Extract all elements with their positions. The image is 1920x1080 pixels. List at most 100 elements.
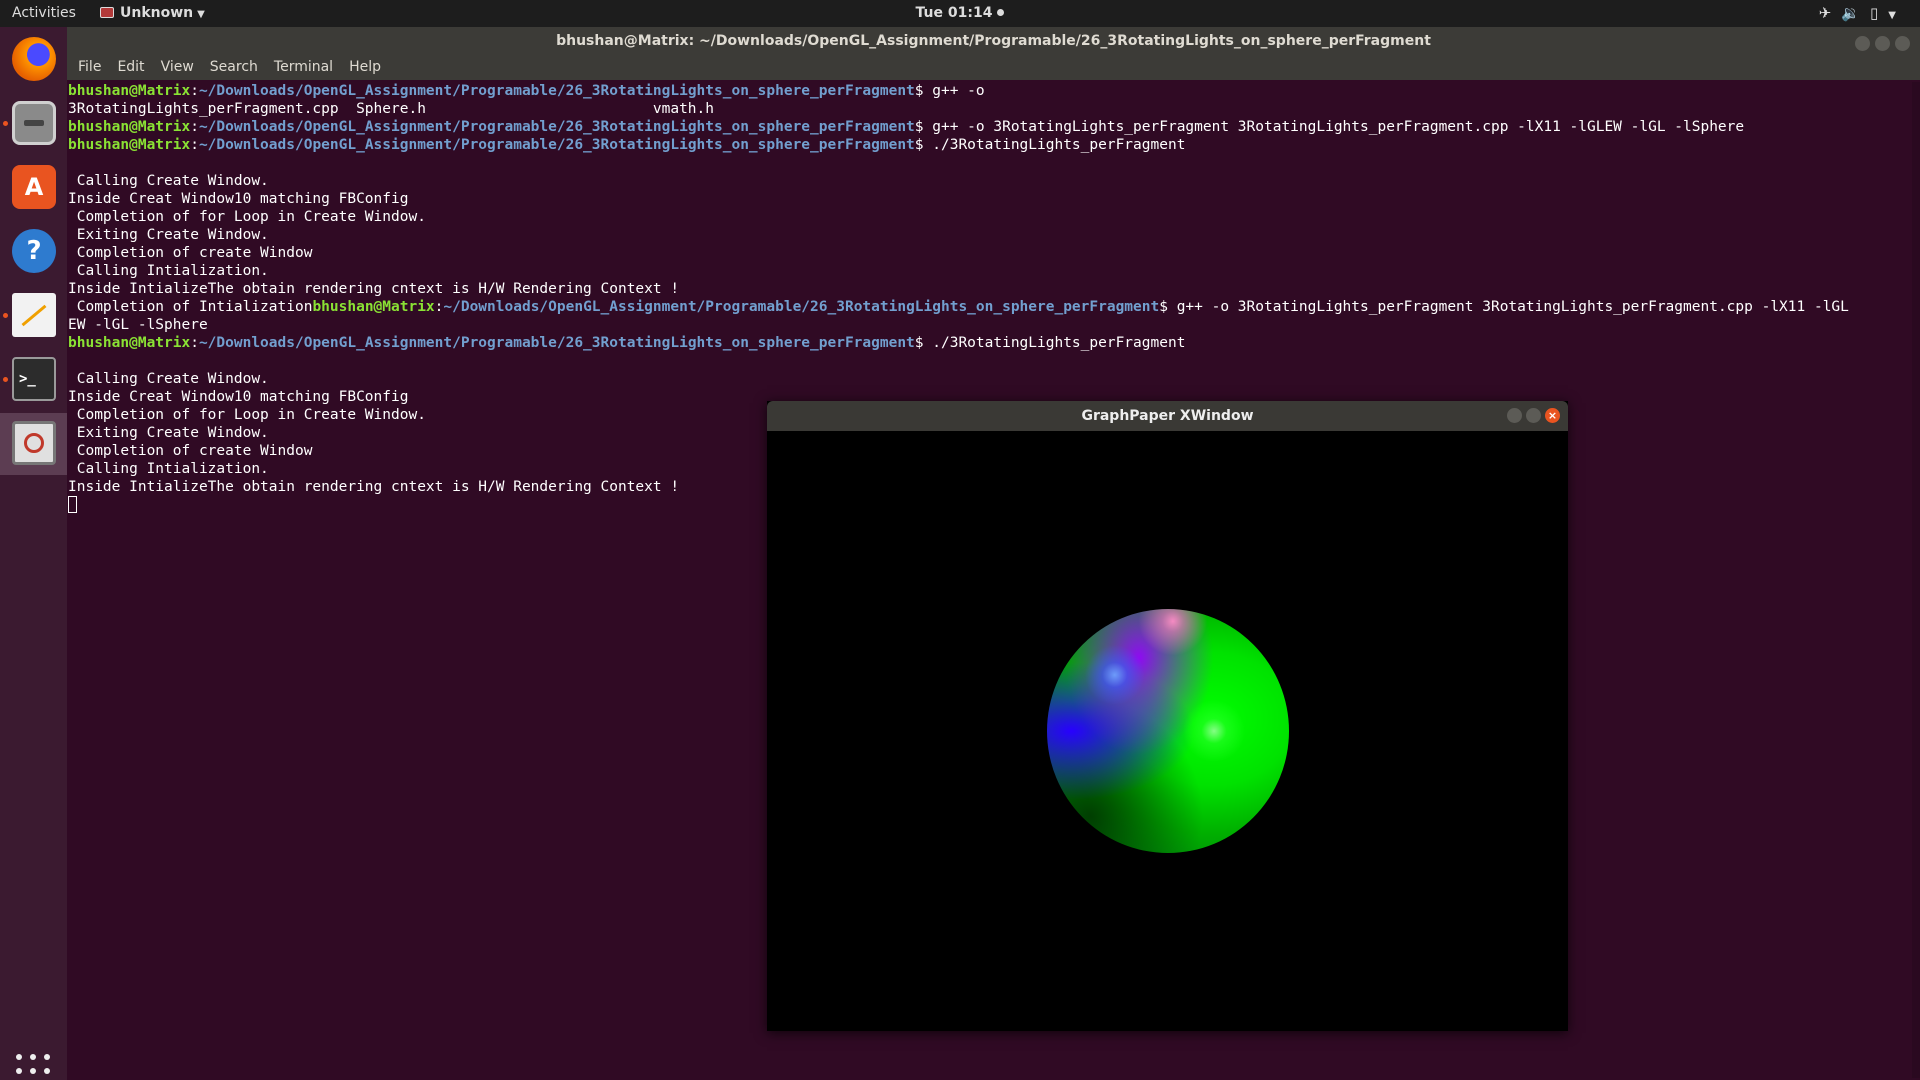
terminal-title-bar[interactable]: bhushan@Matrix: ~/Downloads/OpenGL_Assig… <box>67 27 1920 55</box>
output-text: Calling Create Window. <box>68 173 269 189</box>
terminal-line: Calling Create Window. <box>68 370 1912 388</box>
running-indicator <box>3 121 8 126</box>
menu-edit[interactable]: Edit <box>117 59 144 75</box>
output-text: Completion of for Loop in Create Window. <box>68 209 426 225</box>
command-text: $ g++ -o <box>914 83 985 99</box>
prompt-path: ~/Downloads/OpenGL_Assignment/Programabl… <box>198 137 915 153</box>
software-center-icon: A <box>12 165 56 209</box>
battery-icon[interactable]: ▯ <box>1870 4 1888 22</box>
output-text: EW -lGL -lSphere <box>68 317 208 333</box>
prompt-user: bhushan@Matrix <box>312 299 435 315</box>
output-text: Inside Creat Window10 matching FBConfig <box>68 191 409 207</box>
prompt-path: ~/Downloads/OpenGL_Assignment/Programabl… <box>198 335 915 351</box>
terminal-line: Inside IntializeThe obtain rendering cnt… <box>68 280 1912 298</box>
terminal-line: Completion of for Loop in Create Window. <box>68 208 1912 226</box>
volume-icon[interactable]: 🔉 <box>1841 4 1870 22</box>
output-text: Calling Intialization. <box>68 263 269 279</box>
output-text: Calling Create Window. <box>68 371 269 387</box>
dock-item-files[interactable] <box>0 93 67 155</box>
output-text: Completion of create Window <box>68 245 313 261</box>
system-tray[interactable]: ✈🔉▯▼ <box>1819 0 1906 27</box>
dock-item-terminal[interactable]: >_ <box>0 349 67 411</box>
menu-search[interactable]: Search <box>210 59 258 75</box>
notification-dot-icon <box>997 9 1005 16</box>
top-bar: Activities Unknown ▼ Tue 01:14 ✈🔉▯▼ <box>0 0 1920 27</box>
minimize-icon[interactable] <box>1507 408 1522 423</box>
output-text: Completion of for Loop in Create Window. <box>68 407 426 423</box>
prompt-path: ~/Downloads/OpenGL_Assignment/Programabl… <box>198 119 915 135</box>
output-text: Inside IntializeThe obtain rendering cnt… <box>68 281 680 297</box>
render-canvas[interactable] <box>767 431 1568 1031</box>
close-icon[interactable]: × <box>1545 408 1560 423</box>
dock-item-help[interactable]: ? <box>0 221 67 283</box>
maximize-icon[interactable] <box>1526 408 1541 423</box>
prompt-user: bhushan@Matrix <box>68 119 191 135</box>
terminal-line: Completion of create Window <box>68 244 1912 262</box>
text-editor-icon <box>12 293 56 337</box>
running-indicator <box>3 313 8 318</box>
clock-label: Tue 01:14 <box>915 5 993 21</box>
dock-item-text-editor[interactable] <box>0 285 67 347</box>
dock: A ? >_ <box>0 27 67 1080</box>
prompt-separator: : <box>190 119 199 135</box>
terminal-line: 3RotatingLights_perFragment.cpp Sphere.h… <box>68 100 1912 118</box>
dock-item-software[interactable]: A <box>0 157 67 219</box>
output-text: Completion of Intialization <box>68 299 313 315</box>
graphpaper-window[interactable]: GraphPaper XWindow × <box>767 401 1568 1031</box>
output-text: 3RotatingLights_perFragment.cpp Sphere.h… <box>68 101 715 117</box>
menu-file[interactable]: File <box>78 59 101 75</box>
terminal-icon: >_ <box>12 357 56 401</box>
maximize-icon[interactable] <box>1875 36 1890 51</box>
command-text: $ ./3RotatingLights_perFragment <box>914 335 1186 351</box>
prompt-user: bhushan@Matrix <box>68 83 191 99</box>
airplane-icon[interactable]: ✈ <box>1819 4 1842 22</box>
clock[interactable]: Tue 01:14 <box>0 0 1920 27</box>
terminal-menu-bar: File Edit View Search Terminal Help <box>67 55 1920 80</box>
terminal-line: Inside Creat Window10 matching FBConfig <box>68 190 1912 208</box>
unknown-app-icon <box>12 421 56 465</box>
graphpaper-title-bar[interactable]: GraphPaper XWindow × <box>767 401 1568 431</box>
prompt-separator: : <box>190 137 199 153</box>
running-indicator <box>3 377 8 382</box>
menu-terminal[interactable]: Terminal <box>274 59 333 75</box>
prompt-path: ~/Downloads/OpenGL_Assignment/Programabl… <box>443 299 1160 315</box>
prompt-path: ~/Downloads/OpenGL_Assignment/Programabl… <box>198 83 915 99</box>
help-icon: ? <box>12 229 56 273</box>
terminal-line: bhushan@Matrix:~/Downloads/OpenGL_Assign… <box>68 334 1912 352</box>
terminal-line: Calling Intialization. <box>68 262 1912 280</box>
dock-item-unknown-app[interactable] <box>0 413 67 475</box>
terminal-line: bhushan@Matrix:~/Downloads/OpenGL_Assign… <box>68 136 1912 154</box>
graphpaper-title: GraphPaper XWindow <box>1081 408 1254 424</box>
prompt-user: bhushan@Matrix <box>68 335 191 351</box>
terminal-line: Exiting Create Window. <box>68 226 1912 244</box>
terminal-line: Calling Create Window. <box>68 172 1912 190</box>
terminal-line: EW -lGL -lSphere <box>68 316 1912 334</box>
menu-help[interactable]: Help <box>349 59 381 75</box>
system-menu-icon[interactable]: ▼ <box>1888 10 1906 21</box>
command-text: $ g++ -o 3RotatingLights_perFragment 3Ro… <box>914 119 1745 135</box>
dock-item-firefox[interactable] <box>0 29 67 91</box>
command-text: $ ./3RotatingLights_perFragment <box>914 137 1186 153</box>
output-text: Exiting Create Window. <box>68 227 269 243</box>
show-applications-icon[interactable] <box>16 1054 50 1080</box>
files-icon <box>12 101 56 145</box>
firefox-icon <box>12 37 56 81</box>
prompt-separator: : <box>190 335 199 351</box>
terminal-line: Completion of Intializationbhushan@Matri… <box>68 298 1912 316</box>
menu-view[interactable]: View <box>161 59 194 75</box>
terminal-scrollbar[interactable] <box>1912 82 1920 1078</box>
terminal-title: bhushan@Matrix: ~/Downloads/OpenGL_Assig… <box>556 33 1431 49</box>
prompt-separator: : <box>190 83 199 99</box>
prompt-user: bhushan@Matrix <box>68 137 191 153</box>
output-text: Calling Intialization. <box>68 461 269 477</box>
minimize-icon[interactable] <box>1855 36 1870 51</box>
terminal-line: bhushan@Matrix:~/Downloads/OpenGL_Assign… <box>68 82 1912 100</box>
output-text: Exiting Create Window. <box>68 425 269 441</box>
text-cursor <box>68 496 77 513</box>
terminal-line: bhushan@Matrix:~/Downloads/OpenGL_Assign… <box>68 118 1912 136</box>
command-text: $ g++ -o 3RotatingLights_perFragment 3Ro… <box>1159 299 1849 315</box>
close-icon[interactable] <box>1895 36 1910 51</box>
output-text: Inside Creat Window10 matching FBConfig <box>68 389 409 405</box>
